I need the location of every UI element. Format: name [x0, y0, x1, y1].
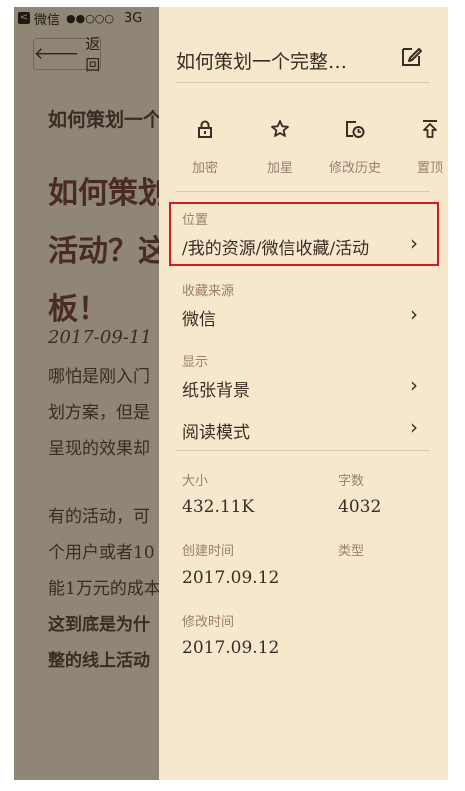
action-label: 置顶 — [416, 161, 443, 176]
pin-top-icon — [423, 120, 437, 138]
size-value: 432.11K — [182, 497, 255, 517]
type-label: 类型 — [338, 544, 365, 559]
divider — [176, 450, 430, 451]
word-count-value: 4032 — [338, 497, 382, 517]
reading-mode-option[interactable]: 阅读模式 — [182, 418, 250, 443]
action-pin-top[interactable]: 置顶 — [395, 119, 448, 176]
panel-title: 如何策划一个完整… — [176, 51, 348, 73]
back-button[interactable]: 🡐 返回 — [33, 35, 101, 74]
action-label: 加密 — [191, 161, 218, 176]
word-count-label: 字数 — [338, 474, 365, 489]
source-label: 收藏来源 — [182, 284, 235, 299]
article-subtitle: 如何策划一个 — [48, 109, 163, 131]
back-button-label: 返回 — [85, 35, 101, 74]
chevron-right-icon[interactable]: › — [410, 373, 418, 397]
note-info-panel: 如何策划一个完整… 加密 加星 修改历史 置顶 位置 /我的资源/微信收藏/活动… — [159, 7, 448, 780]
display-label: 显示 — [182, 355, 209, 370]
action-label: 加星 — [266, 161, 293, 176]
modified-time-label: 修改时间 — [182, 615, 235, 630]
paper-background-option[interactable]: 纸张背景 — [182, 376, 250, 401]
created-time-value: 2017.09.12 — [182, 568, 280, 588]
article-date: 2017-09-11 筝 — [48, 327, 176, 348]
chevron-right-icon[interactable]: › — [410, 302, 418, 326]
divider — [176, 82, 430, 83]
status-app-name: 微信 — [34, 12, 61, 28]
action-star[interactable]: 加星 — [245, 119, 315, 176]
history-icon — [346, 121, 365, 138]
action-label: 修改历史 — [328, 161, 381, 176]
edit-icon[interactable] — [399, 43, 425, 69]
divider — [176, 191, 430, 192]
lock-icon — [198, 120, 212, 138]
modified-time-value: 2017.09.12 — [182, 638, 280, 658]
size-label: 大小 — [182, 474, 209, 489]
action-encrypt[interactable]: 加密 — [170, 119, 240, 176]
action-history[interactable]: 修改历史 — [320, 119, 390, 176]
star-icon — [271, 120, 289, 137]
source-value[interactable]: 微信 — [182, 305, 216, 330]
location-highlight-box — [169, 202, 439, 266]
back-arrow-icon: 🡐 — [33, 44, 80, 64]
signal-strength-icon: ●●○○○ — [66, 11, 115, 25]
screen: < 微信 ●●○○○ 3G 🡐 返回 如何策划一个 如何策划 活动？这 板！ 2… — [14, 7, 448, 780]
status-bar: < 微信 ●●○○○ 3G — [14, 7, 164, 29]
chevron-right-icon[interactable]: › — [410, 415, 418, 439]
network-type: 3G — [124, 10, 143, 26]
created-time-label: 创建时间 — [182, 544, 235, 559]
back-to-app-icon[interactable]: < — [18, 12, 30, 24]
